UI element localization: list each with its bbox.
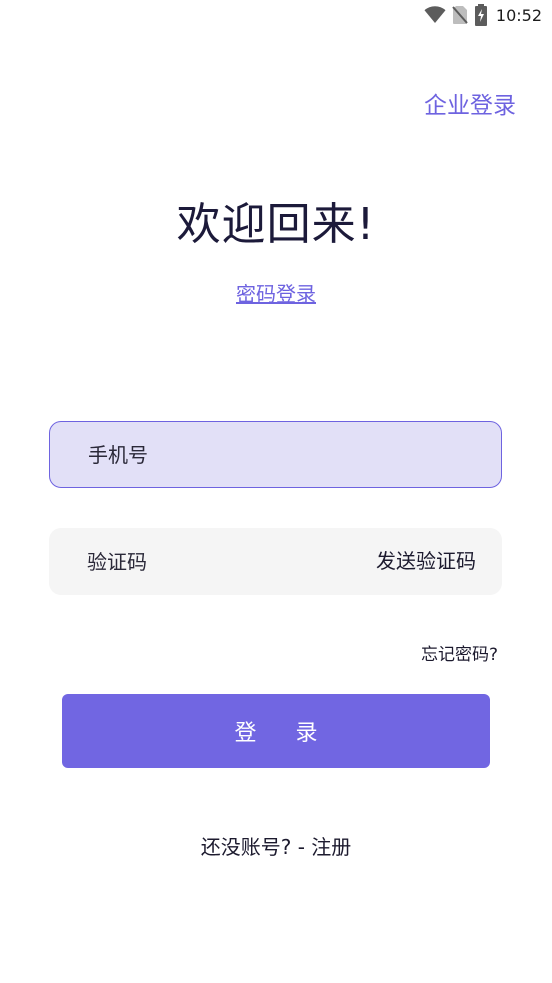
password-login-link[interactable]: 密码登录 bbox=[236, 282, 316, 306]
send-code-button[interactable]: 发送验证码 bbox=[376, 528, 476, 595]
register-link[interactable]: 还没账号? - 注册 bbox=[0, 831, 552, 860]
battery-charging-icon bbox=[474, 4, 487, 26]
enterprise-login-link[interactable]: 企业登录 bbox=[424, 86, 516, 120]
forgot-password-link[interactable]: 忘记密码? bbox=[421, 640, 498, 665]
no-sim-icon bbox=[452, 6, 468, 24]
wifi-icon bbox=[424, 6, 446, 24]
verification-code-input[interactable] bbox=[87, 528, 327, 595]
verification-code-field[interactable]: 发送验证码 bbox=[49, 528, 502, 595]
phone-field[interactable] bbox=[49, 421, 502, 488]
status-bar: 10:52 bbox=[0, 0, 552, 32]
phone-input[interactable] bbox=[88, 422, 478, 487]
password-login-row: 密码登录 bbox=[0, 278, 552, 307]
welcome-title: 欢迎回来! bbox=[176, 199, 376, 250]
status-icons: 10:52 bbox=[424, 4, 542, 26]
status-time: 10:52 bbox=[495, 5, 542, 25]
login-button[interactable]: 登 录 bbox=[62, 694, 490, 768]
